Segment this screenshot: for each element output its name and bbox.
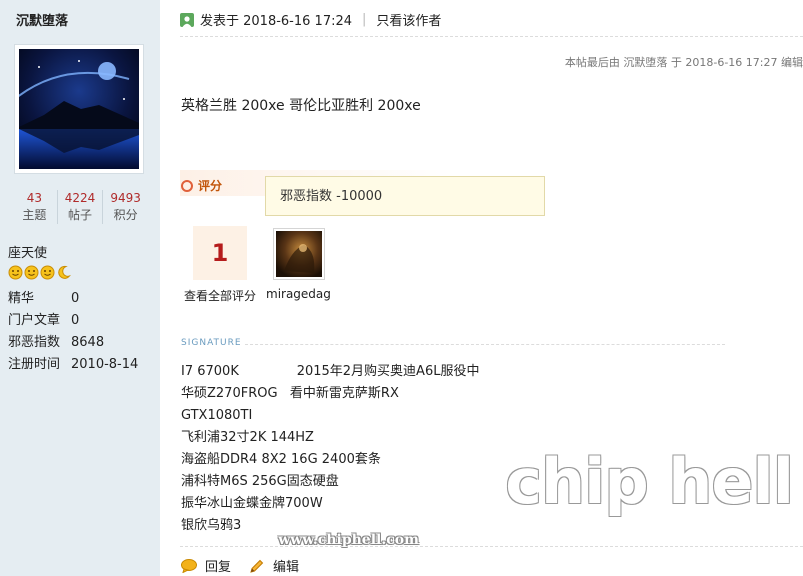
post-time: 发表于 2018-6-16 17:24 [200, 14, 353, 29]
signature-divider [245, 344, 725, 345]
info-value: 0 [71, 313, 80, 328]
edit-button[interactable]: 编辑 [249, 556, 299, 575]
info-row-evil-index: 邪恶指数 8648 [8, 332, 138, 354]
post-meta: 发表于 2018-6-16 17:24 | 只看该作者 [180, 10, 441, 29]
stat-credits[interactable]: 9493 积分 [103, 190, 148, 224]
post-content: 英格兰胜 200xe 哥伦比亚胜利 200xe [181, 98, 421, 114]
info-key: 注册时间 [8, 357, 61, 372]
rater-avatar-image [276, 231, 322, 277]
rater-avatar[interactable] [273, 228, 325, 280]
stat-label: 帖子 [68, 208, 93, 222]
info-key: 精华 [8, 291, 35, 306]
author-avatar[interactable] [14, 44, 144, 174]
stat-value: 4224 [64, 191, 96, 205]
smiley-icon [40, 265, 55, 280]
info-row-articles: 门户文章 0 [8, 310, 138, 332]
only-author-link[interactable]: 只看该作者 [376, 10, 441, 29]
signature-line: 华硕Z270FROG 看中新雷克萨斯RX [181, 386, 399, 401]
signature-label: SIGNATURE [181, 338, 242, 348]
watermark-logo: chip hell [505, 445, 794, 518]
divider [180, 36, 803, 37]
stat-posts[interactable]: 4224 帖子 [58, 190, 104, 224]
signature-line: GTX1080TI [181, 408, 253, 423]
smiley-icon [8, 265, 23, 280]
rating-tooltip: 邪恶指数 -10000 [265, 176, 545, 216]
reply-label: 回复 [205, 560, 232, 575]
reply-bubble-icon [181, 558, 197, 573]
watermark-url: www.chiphell.com [278, 532, 419, 548]
signature-line: 振华冰山金蝶金牌700W [181, 496, 323, 511]
info-row-digest: 精华 0 [8, 288, 138, 310]
stat-value: 43 [26, 191, 42, 205]
rater-name[interactable]: miragedag [266, 287, 331, 301]
view-all-ratings-link[interactable]: 查看全部评分 [184, 287, 256, 304]
online-user-icon [180, 12, 194, 27]
meta-separator: | [362, 12, 367, 27]
author-stats: 43 主题 4224 帖子 9493 积分 [12, 190, 148, 224]
rating-count[interactable]: 1 [193, 226, 247, 280]
post-main: 发表于 2018-6-16 17:24 | 只看该作者 本帖最后由 沉默堕落 于… [160, 0, 803, 576]
user-rank[interactable]: 座天使 [8, 242, 47, 261]
site-watermark: chip hell www.chiphell.com [278, 445, 794, 549]
rating-circle-icon [181, 179, 193, 192]
info-value: 0 [71, 291, 80, 306]
signature-line: 飞利浦32寸2K 144HZ [181, 430, 314, 445]
author-username[interactable]: 沉默堕落 [16, 10, 68, 29]
signature-line: 浦科特M6S 256G固态硬盘 [181, 474, 339, 489]
moon-icon [58, 265, 71, 279]
divider [180, 546, 803, 547]
info-row-register-date: 注册时间 2010-8-14 [8, 354, 138, 376]
stat-topics[interactable]: 43 主题 [12, 190, 58, 224]
rating-title: 评分 [181, 177, 222, 194]
info-value: 2010-8-14 [71, 357, 139, 372]
stat-label: 主题 [22, 208, 47, 222]
author-info: 精华 0 门户文章 0 邪恶指数 8648 注册时间 2010-8-14 [8, 288, 138, 376]
rating-title-text: 评分 [198, 179, 223, 193]
signature-line: 海盗船DDR4 8X2 16G 2400套条 [181, 452, 381, 467]
reply-button[interactable]: 回复 [181, 556, 231, 575]
stat-value: 9493 [110, 191, 141, 205]
info-value: 8648 [71, 335, 105, 350]
signature-line: I7 6700K 2015年2月购买奥迪A6L服役中 [181, 364, 480, 379]
info-key: 邪恶指数 [8, 335, 61, 350]
info-key: 门户文章 [8, 313, 61, 328]
signature-block: I7 6700K 2015年2月购买奥迪A6L服役中 华硕Z270FROG 看中… [181, 361, 479, 537]
avatar-image [19, 49, 139, 169]
smiley-icon [24, 265, 39, 280]
stat-label: 积分 [113, 208, 138, 222]
post-actions: 回复 编辑 [181, 556, 317, 575]
author-sidebar: 沉默堕落 43 主题 4224 帖子 9493 积分 座天使 精华 0 门户文章… [0, 0, 160, 576]
pencil-icon [250, 559, 264, 573]
last-edit-note: 本帖最后由 沉默堕落 于 2018-6-16 17:27 编辑 [564, 56, 803, 69]
rank-stars [8, 265, 71, 280]
edit-label: 编辑 [273, 560, 300, 575]
